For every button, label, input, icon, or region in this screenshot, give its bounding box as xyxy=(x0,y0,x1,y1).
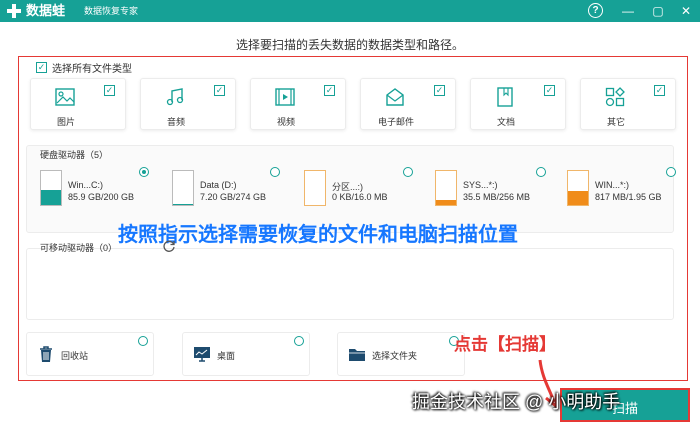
location-radio[interactable] xyxy=(138,336,148,346)
disk-usage-fill xyxy=(568,190,588,205)
location-label: 回收站 xyxy=(61,351,89,361)
select-all-label: 选择所有文件类型 xyxy=(52,64,132,75)
disk-size: 7.20 GB/274 GB xyxy=(200,192,267,202)
check-icon[interactable]: ✓ xyxy=(36,62,47,73)
select-all-checkbox[interactable]: ✓ 选择所有文件类型 xyxy=(36,60,132,75)
disk-radio[interactable] xyxy=(139,167,149,177)
disk-usage-fill xyxy=(173,203,193,205)
file-type-label: 视频 xyxy=(276,117,295,127)
disk-size: 85.9 GB/200 GB xyxy=(68,192,135,202)
other-icon xyxy=(605,87,625,107)
disk-size: 0 KB/16.0 MB xyxy=(332,192,388,202)
disk-radio[interactable] xyxy=(403,167,413,177)
trash-icon xyxy=(40,346,52,362)
file-type-label: 图片 xyxy=(56,117,75,127)
disk-icon xyxy=(172,170,194,206)
check-icon[interactable]: ✓ xyxy=(434,85,445,96)
location-radio[interactable] xyxy=(294,336,304,346)
file-type-card-other[interactable]: 其它 ✓ xyxy=(580,78,676,130)
file-type-label: 电子邮件 xyxy=(377,117,414,127)
file-type-label: 其它 xyxy=(606,117,625,127)
file-type-label: 音频 xyxy=(166,117,185,127)
overlay-instruction: 按照指示选择需要恢复的文件和电脑扫描位置 xyxy=(118,224,518,246)
help-button[interactable]: ? xyxy=(588,3,603,18)
disk-icon xyxy=(304,170,326,206)
file-type-label: 文档 xyxy=(496,117,515,127)
location-recycle-bin[interactable]: 回收站 xyxy=(26,332,154,376)
check-icon[interactable]: ✓ xyxy=(544,85,555,96)
app-brand: 数据蛙 xyxy=(26,3,66,18)
location-label: 桌面 xyxy=(217,351,236,361)
check-icon[interactable]: ✓ xyxy=(654,85,665,96)
folder-icon xyxy=(349,349,365,361)
disk-name: Data (D:) xyxy=(200,180,237,190)
refresh-icon[interactable] xyxy=(162,239,176,253)
check-icon[interactable]: ✓ xyxy=(214,85,225,96)
file-type-card-document[interactable]: 文档 ✓ xyxy=(470,78,566,130)
disk-usage-fill xyxy=(436,200,456,205)
removable-drive-header: 可移动驱动器（0） xyxy=(40,243,118,253)
email-icon xyxy=(386,88,404,106)
disk-usage-fill xyxy=(41,190,61,205)
desktop-icon xyxy=(194,347,210,362)
disk-radio[interactable] xyxy=(536,167,546,177)
minimize-button[interactable]: — xyxy=(620,3,636,19)
maximize-button[interactable]: ▢ xyxy=(650,3,666,19)
hard-disk-header: 硬盘驱动器（5） xyxy=(40,150,109,160)
location-label: 选择文件夹 xyxy=(372,351,418,361)
disk-name: SYS...*:) xyxy=(463,180,498,190)
disk-name: Win...C:) xyxy=(68,180,103,190)
file-type-card-image[interactable]: 图片 ✓ xyxy=(30,78,126,130)
click-scan-annotation: 点击【扫描】 xyxy=(454,335,556,354)
watermark: 掘金技术社区 @ 小明助手 xyxy=(412,392,621,412)
close-button[interactable]: ✕ xyxy=(678,3,694,19)
image-icon xyxy=(55,88,75,106)
title-bar: 数据蛙 数据恢复专家 ? — ▢ ✕ xyxy=(0,0,700,22)
disk-name: WIN...*:) xyxy=(595,180,629,190)
document-icon xyxy=(497,87,513,107)
file-type-card-video[interactable]: 视频 ✓ xyxy=(250,78,346,130)
disk-size: 817 MB/1.95 GB xyxy=(595,192,662,202)
disk-radio[interactable] xyxy=(270,167,280,177)
disk-size: 35.5 MB/256 MB xyxy=(463,192,531,202)
check-icon[interactable]: ✓ xyxy=(324,85,335,96)
page-instruction: 选择要扫描的丢失数据的数据类型和路径。 xyxy=(235,38,464,52)
app-subtitle: 数据恢复专家 xyxy=(84,6,139,16)
disk-icon xyxy=(567,170,589,206)
check-icon[interactable]: ✓ xyxy=(104,85,115,96)
location-choose-folder[interactable]: 选择文件夹 xyxy=(337,332,465,376)
disk-icon xyxy=(40,170,62,206)
video-icon xyxy=(275,88,295,106)
music-icon xyxy=(166,88,184,106)
logo-icon xyxy=(7,4,21,18)
removable-drive-panel xyxy=(26,248,674,320)
disk-radio[interactable] xyxy=(666,167,676,177)
location-desktop[interactable]: 桌面 xyxy=(182,332,310,376)
file-type-card-audio[interactable]: 音频 ✓ xyxy=(140,78,236,130)
disk-icon xyxy=(435,170,457,206)
file-type-card-email[interactable]: 电子邮件 ✓ xyxy=(360,78,456,130)
